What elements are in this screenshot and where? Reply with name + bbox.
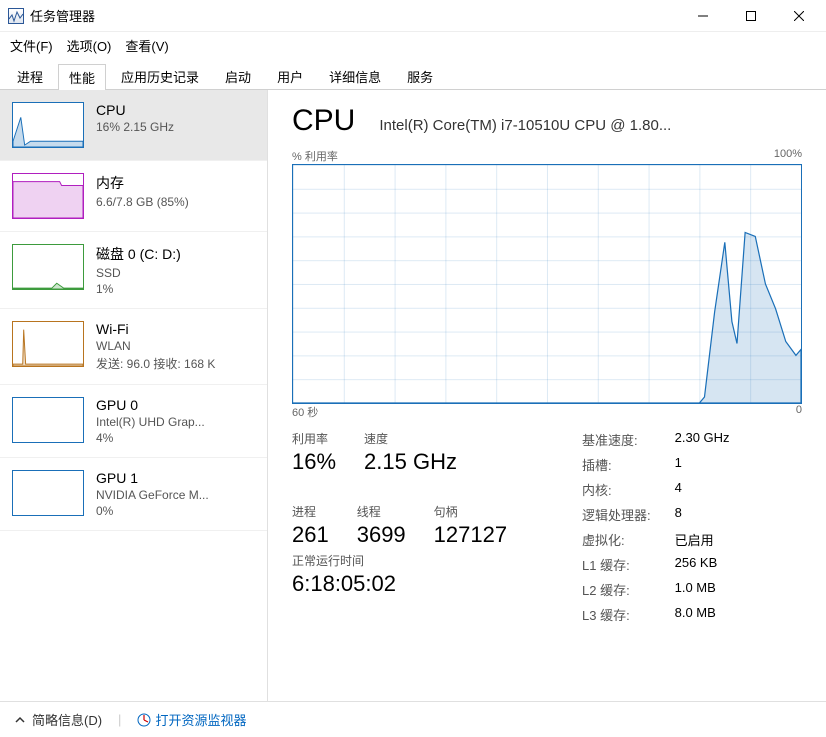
stat-value-handles: 127127: [434, 522, 507, 548]
chart-label-topleft: % 利用率: [292, 148, 338, 164]
stat-val: 2.30 GHz: [675, 430, 730, 449]
footer: 简略信息(D) | 打开资源监视器: [0, 701, 826, 737]
stat-label-threads: 线程: [357, 503, 406, 520]
sidebar-item-sub2: 1%: [96, 282, 181, 296]
thumb-disk: [12, 244, 84, 290]
stat-label-utilization: 利用率: [292, 430, 336, 447]
stat-label-handles: 句柄: [434, 503, 507, 520]
sidebar-item-label: 内存: [96, 173, 189, 193]
detail-subtitle: Intel(R) Core(TM) i7-10510U CPU @ 1.80..…: [379, 117, 802, 134]
main: CPU 16% 2.15 GHz 内存 6.6/7.8 GB (85%): [0, 90, 826, 701]
stat-val: 1.0 MB: [675, 580, 730, 599]
stat-value-speed: 2.15 GHz: [364, 449, 457, 475]
sidebar-item-sub2: 4%: [96, 431, 205, 445]
sidebar-item-sub: 16% 2.15 GHz: [96, 120, 174, 134]
stat-key: 逻辑处理器:: [582, 505, 651, 524]
menubar: 文件(F) 选项(O) 查看(V): [0, 32, 826, 59]
stats-right: 基准速度: 2.30 GHz 插槽: 1 内核: 4 逻辑处理器: 8 虚拟化:…: [582, 430, 730, 624]
menu-options[interactable]: 选项(O): [67, 36, 112, 55]
stat-val: 256 KB: [675, 555, 730, 574]
tabs: 进程 性能 应用历史记录 启动 用户 详细信息 服务: [0, 59, 826, 90]
thumb-memory: [12, 173, 84, 219]
sidebar-item-wifi[interactable]: Wi-Fi WLAN 发送: 96.0 接收: 168 K: [0, 309, 267, 385]
chart-label-bottomright: 0: [796, 404, 802, 420]
title-bar: 任务管理器: [0, 0, 826, 32]
stat-value-uptime: 6:18:05:02: [292, 571, 552, 597]
tab-users[interactable]: 用户: [266, 63, 314, 89]
sidebar-item-sub: WLAN: [96, 339, 215, 353]
open-resource-monitor-label: 打开资源监视器: [155, 710, 246, 729]
stat-label-processes: 进程: [292, 503, 329, 520]
sidebar-item-sub: Intel(R) UHD Grap...: [96, 415, 205, 429]
chevron-up-icon: [14, 714, 26, 726]
stat-val: 已启用: [675, 530, 730, 549]
sidebar-item-sub2: 发送: 96.0 接收: 168 K: [96, 355, 215, 372]
stat-val: 4: [675, 480, 730, 499]
cpu-chart: [292, 164, 802, 404]
stat-label-uptime: 正常运行时间: [292, 552, 552, 569]
stat-key: L3 缓存:: [582, 605, 651, 624]
close-button[interactable]: [776, 2, 822, 30]
detail-title: CPU: [292, 104, 355, 138]
stat-value-utilization: 16%: [292, 449, 336, 475]
stat-value-threads: 3699: [357, 522, 406, 548]
maximize-button[interactable]: [728, 2, 774, 30]
resource-monitor-icon: [137, 713, 151, 727]
app-icon: [8, 8, 24, 24]
sidebar-item-label: GPU 1: [96, 470, 209, 486]
sidebar-item-gpu1[interactable]: GPU 1 NVIDIA GeForce M... 0%: [0, 458, 267, 531]
sidebar-item-label: Wi-Fi: [96, 321, 215, 337]
chart-label-bottomleft: 60 秒: [292, 404, 318, 420]
open-resource-monitor-link[interactable]: 打开资源监视器: [137, 710, 246, 729]
thumb-wifi: [12, 321, 84, 367]
sidebar-item-disk[interactable]: 磁盘 0 (C: D:) SSD 1%: [0, 232, 267, 309]
stat-key: 内核:: [582, 480, 651, 499]
sidebar-item-sub: SSD: [96, 266, 181, 280]
window-title: 任务管理器: [30, 6, 680, 25]
stat-val: 8: [675, 505, 730, 524]
fewer-details-label: 简略信息(D): [32, 710, 102, 729]
stat-key: 虚拟化:: [582, 530, 651, 549]
sidebar-item-sub2: 0%: [96, 504, 209, 518]
tab-app-history[interactable]: 应用历史记录: [110, 63, 210, 89]
minimize-button[interactable]: [680, 2, 726, 30]
sidebar: CPU 16% 2.15 GHz 内存 6.6/7.8 GB (85%): [0, 90, 268, 701]
sidebar-item-label: 磁盘 0 (C: D:): [96, 244, 181, 264]
thumb-gpu1: [12, 470, 84, 516]
stat-key: 基准速度:: [582, 430, 651, 449]
detail-pane: CPU Intel(R) Core(TM) i7-10510U CPU @ 1.…: [268, 90, 826, 701]
stat-key: L2 缓存:: [582, 580, 651, 599]
stat-val: 8.0 MB: [675, 605, 730, 624]
tab-processes[interactable]: 进程: [6, 63, 54, 89]
thumb-cpu: [12, 102, 84, 148]
menu-file[interactable]: 文件(F): [10, 36, 53, 55]
sidebar-item-sub: 6.6/7.8 GB (85%): [96, 195, 189, 209]
menu-view[interactable]: 查看(V): [125, 36, 168, 55]
thumb-gpu0: [12, 397, 84, 443]
stat-val: 1: [675, 455, 730, 474]
stat-label-speed: 速度: [364, 430, 457, 447]
fewer-details-button[interactable]: 简略信息(D): [14, 710, 102, 729]
tab-details[interactable]: 详细信息: [318, 63, 392, 89]
stat-key: L1 缓存:: [582, 555, 651, 574]
stat-key: 插槽:: [582, 455, 651, 474]
sidebar-item-gpu0[interactable]: GPU 0 Intel(R) UHD Grap... 4%: [0, 385, 267, 458]
chart-label-topright: 100%: [774, 148, 802, 164]
tab-startup[interactable]: 启动: [214, 63, 262, 89]
sidebar-item-label: CPU: [96, 102, 174, 118]
stat-value-processes: 261: [292, 522, 329, 548]
sidebar-item-label: GPU 0: [96, 397, 205, 413]
sidebar-item-memory[interactable]: 内存 6.6/7.8 GB (85%): [0, 161, 267, 232]
tab-performance[interactable]: 性能: [58, 64, 106, 90]
sidebar-item-cpu[interactable]: CPU 16% 2.15 GHz: [0, 90, 267, 161]
sidebar-item-sub: NVIDIA GeForce M...: [96, 488, 209, 502]
tab-services[interactable]: 服务: [396, 63, 444, 89]
